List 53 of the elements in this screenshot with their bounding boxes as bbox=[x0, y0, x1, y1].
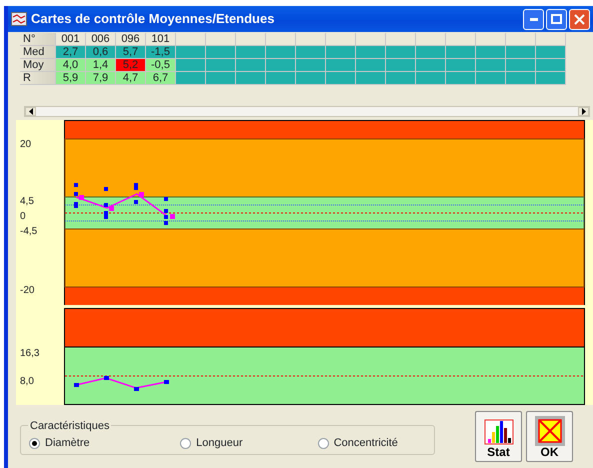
column-header: 001 bbox=[56, 33, 86, 46]
table-cell: 4,0 bbox=[56, 59, 86, 72]
table-cell: 0,6 bbox=[86, 46, 116, 59]
axis-label: 16,3 bbox=[20, 347, 40, 361]
radio-option[interactable]: Longueur bbox=[180, 434, 318, 452]
table-cell: 7,9 bbox=[86, 72, 116, 85]
table-cell: 1,4 bbox=[86, 59, 116, 72]
axis-label: 8,0 bbox=[20, 375, 34, 389]
table-cell: 5,9 bbox=[56, 72, 86, 85]
radio-label: Concentricité bbox=[334, 436, 398, 451]
radio-option[interactable]: Concentricité bbox=[318, 434, 434, 452]
table-cell: -0,5 bbox=[146, 59, 176, 72]
radio-label: Longueur bbox=[196, 436, 243, 451]
table-cell: 5,7 bbox=[116, 46, 146, 59]
scroll-right-button[interactable] bbox=[578, 107, 589, 116]
row-header: R bbox=[20, 72, 56, 85]
radio-button[interactable] bbox=[29, 438, 40, 448]
left-arrow-icon bbox=[28, 108, 32, 115]
table-cell: -1,5 bbox=[146, 46, 176, 59]
group-title: Caractéristiques bbox=[28, 418, 112, 434]
table-cell: 5,2 bbox=[116, 59, 146, 72]
radio-option[interactable]: Diamètre bbox=[29, 434, 180, 452]
row-header: Med bbox=[20, 46, 56, 59]
column-header: 101 bbox=[146, 33, 176, 46]
column-header: 006 bbox=[86, 33, 116, 46]
axis-label: -4,5 bbox=[20, 225, 38, 239]
horizontal-scrollbar[interactable] bbox=[24, 106, 590, 117]
row-header: Moy bbox=[20, 59, 56, 72]
axis-label: 20 bbox=[20, 138, 32, 152]
minimize-icon bbox=[530, 18, 538, 20]
column-header: 096 bbox=[116, 33, 146, 46]
window-title: Cartes de contrôle Moyennes/Etendues bbox=[31, 10, 276, 28]
cross-icon bbox=[534, 416, 564, 446]
maximize-button[interactable] bbox=[546, 8, 567, 30]
radio-label: Diamètre bbox=[45, 436, 90, 451]
axis-label: 4,5 bbox=[20, 195, 34, 209]
minimize-button[interactable] bbox=[523, 8, 544, 30]
close-icon bbox=[574, 14, 585, 24]
radio-button[interactable] bbox=[180, 438, 192, 448]
maximize-icon bbox=[551, 14, 562, 24]
stat-button[interactable]: Stat bbox=[475, 411, 522, 462]
column-header: N° bbox=[20, 33, 56, 46]
close-button[interactable] bbox=[569, 8, 590, 30]
table-cell: 4,7 bbox=[116, 72, 146, 85]
radio-button[interactable] bbox=[318, 438, 329, 448]
table-cell: 2,7 bbox=[56, 46, 86, 59]
ok-button[interactable]: OK bbox=[526, 411, 573, 462]
right-arrow-icon bbox=[582, 108, 586, 115]
table-cell: 6,7 bbox=[146, 72, 176, 85]
chart-icon bbox=[11, 12, 27, 26]
scroll-left-button[interactable] bbox=[25, 107, 36, 116]
axis-label: -20 bbox=[20, 284, 34, 298]
axis-label: 0 bbox=[20, 210, 26, 224]
